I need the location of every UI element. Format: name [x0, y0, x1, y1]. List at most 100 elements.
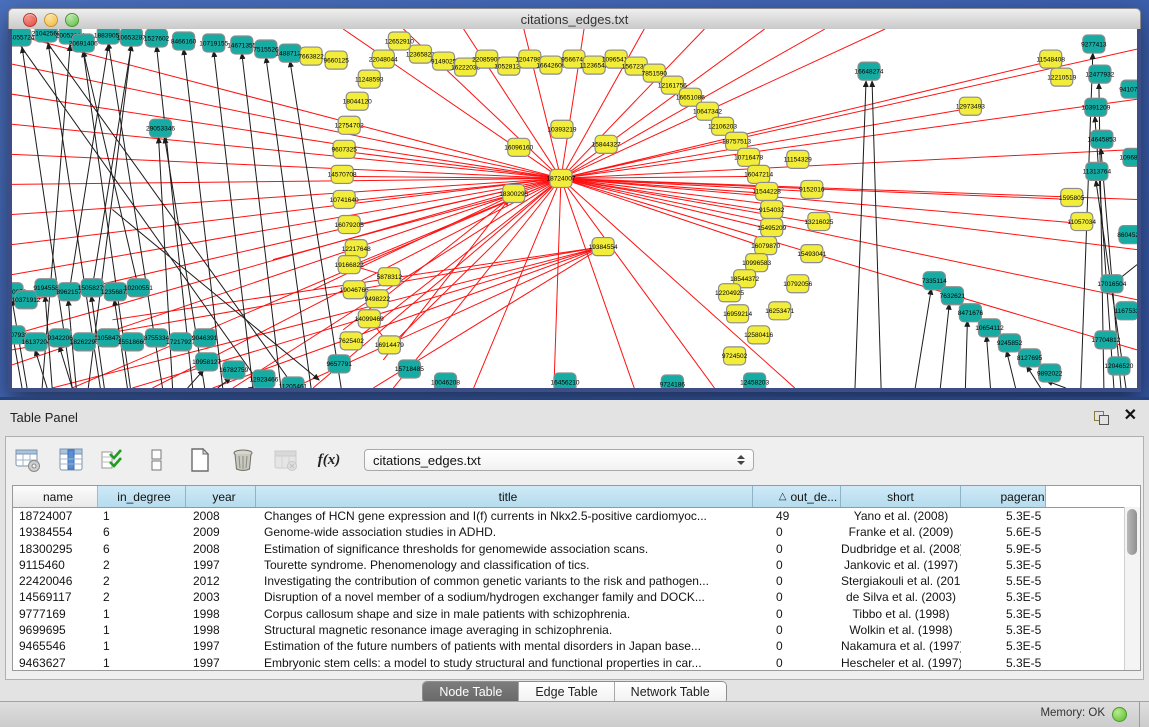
graph-node[interactable]: 9724502 — [722, 347, 748, 365]
cell-title[interactable]: Embryonic stem cells: a model to study s… — [256, 655, 753, 671]
graph-node[interactable]: 1527602 — [144, 29, 170, 47]
cell-in_degree[interactable]: 1 — [98, 622, 186, 638]
cell-year[interactable]: 2012 — [186, 573, 256, 589]
cell-out_degree[interactable]: 0 — [753, 541, 841, 557]
cell-title[interactable]: Structural magnetic resonance image aver… — [256, 622, 753, 638]
graph-node[interactable]: 17016504 — [1097, 275, 1126, 293]
float-panel-icon[interactable] — [1094, 411, 1109, 424]
table-row[interactable]: 1938455462009Genome-wide association stu… — [13, 524, 1140, 540]
graph-node[interactable]: 11548408 — [1036, 50, 1065, 68]
graph-node[interactable]: 7663822 — [298, 47, 324, 65]
graph-node[interactable]: 12210519 — [1047, 68, 1076, 86]
graph-node[interactable]: 11154329 — [784, 150, 812, 168]
graph-node[interactable]: 16079205 — [335, 216, 364, 234]
graph-node[interactable]: 16914479 — [375, 336, 404, 354]
graph-node[interactable]: 10719155 — [199, 34, 228, 52]
cell-year[interactable]: 1997 — [186, 557, 256, 573]
graph-node[interactable]: 19166822 — [335, 256, 364, 274]
cell-name[interactable]: 9115460 — [13, 557, 98, 573]
column-header-name[interactable]: name — [13, 486, 98, 507]
column-select-icon[interactable] — [57, 446, 85, 474]
cell-pagerank[interactable]: 5.3E-5 — [961, 508, 1046, 524]
function-builder-icon[interactable]: f(x) — [315, 446, 343, 474]
cell-title[interactable]: Investigating the contribution of common… — [256, 573, 753, 589]
cell-name[interactable]: 9463627 — [13, 655, 98, 671]
cell-short[interactable]: Yano et al. (2008) — [841, 508, 961, 524]
graph-node[interactable]: 10741640 — [330, 190, 359, 208]
tab-edge-table[interactable]: Edge Table — [519, 682, 614, 703]
cell-year[interactable]: 1998 — [186, 622, 256, 638]
graph-node[interactable]: 11313764 — [1083, 162, 1112, 180]
graph-node[interactable]: 11057034 — [1068, 213, 1097, 231]
cell-pagerank[interactable]: 5.3E-5 — [961, 589, 1046, 605]
graph-node[interactable]: 19384554 — [589, 238, 618, 256]
graph-node[interactable]: 10968521 — [1119, 148, 1137, 166]
cell-short[interactable]: Wolkin et al. (1998) — [841, 622, 961, 638]
cell-out_degree[interactable]: 0 — [753, 655, 841, 671]
close-panel-icon[interactable]: ✕ — [1124, 407, 1137, 425]
table-row[interactable]: 977716911998Corpus callosum shape and si… — [13, 606, 1140, 622]
cell-name[interactable]: 9777169 — [13, 606, 98, 622]
cell-in_degree[interactable]: 6 — [98, 524, 186, 540]
cell-short[interactable]: Franke et al. (2009) — [841, 524, 961, 540]
graph-node[interactable]: 15718485 — [395, 360, 424, 378]
graph-node[interactable]: 9245852 — [997, 334, 1023, 352]
cell-pagerank[interactable]: 5.3E-5 — [961, 606, 1046, 622]
cell-short[interactable]: Dudbridge et al. (2008) — [841, 541, 961, 557]
graph-node[interactable]: 11205461 — [279, 377, 308, 388]
cell-title[interactable]: Corpus callosum shape and size in male p… — [256, 606, 753, 622]
cell-name[interactable]: 22420046 — [13, 573, 98, 589]
column-header-in_degree[interactable]: in_degree — [98, 486, 186, 507]
graph-node[interactable]: 18044120 — [343, 92, 372, 110]
cell-in_degree[interactable]: 2 — [98, 573, 186, 589]
cell-name[interactable]: 9699695 — [13, 622, 98, 638]
graph-node[interactable]: 16047214 — [744, 165, 773, 183]
graph-node[interactable]: 18757513 — [722, 132, 751, 150]
graph-node[interactable]: 10393219 — [547, 120, 576, 138]
graph-node[interactable]: 9046391 — [192, 329, 218, 347]
cell-year[interactable]: 1997 — [186, 638, 256, 654]
graph-node[interactable]: 10958127 — [192, 353, 221, 371]
column-header-out_degree[interactable]: △out_de... — [753, 486, 841, 507]
cell-title[interactable]: Genome-wide association studies in ADHD. — [256, 524, 753, 540]
cell-name[interactable]: 19384554 — [13, 524, 98, 540]
graph-node[interactable]: 9657791 — [326, 355, 352, 373]
cell-in_degree[interactable]: 1 — [98, 606, 186, 622]
cell-title[interactable]: Changes of HCN gene expression and I(f) … — [256, 508, 753, 524]
graph-node[interactable]: 18724007 — [546, 169, 575, 187]
tab-node-table[interactable]: Node Table — [423, 682, 519, 703]
select-all-icon[interactable] — [100, 446, 128, 474]
tab-network-table[interactable]: Network Table — [615, 682, 726, 703]
cell-short[interactable]: Tibbo et al. (1998) — [841, 606, 961, 622]
table-selector-dropdown[interactable]: citations_edges.txt — [364, 449, 754, 471]
new-column-icon[interactable] — [186, 446, 214, 474]
graph-node[interactable]: 9410742 — [1119, 80, 1137, 98]
cell-title[interactable]: Estimation of the future numbers of pati… — [256, 638, 753, 654]
cell-pagerank[interactable]: 5.5E-5 — [961, 573, 1046, 589]
graph-node[interactable]: 11544228 — [752, 182, 781, 200]
cell-pagerank[interactable]: 5.3E-5 — [961, 622, 1046, 638]
graph-node[interactable]: 15493041 — [797, 245, 826, 263]
unselect-icon[interactable] — [143, 446, 171, 474]
graph-node[interactable]: 10653287 — [117, 29, 146, 46]
graph-node[interactable]: 12458203 — [740, 373, 769, 388]
graph-node[interactable]: 16079870 — [751, 237, 780, 255]
cell-pagerank[interactable]: 5.3E-5 — [961, 557, 1046, 573]
graph-node[interactable]: 13216025 — [804, 213, 833, 231]
cell-name[interactable]: 18724007 — [13, 508, 98, 524]
cell-out_degree[interactable]: 0 — [753, 589, 841, 605]
table-row[interactable]: 911546021997Tourette syndrome. Phenomeno… — [13, 557, 1140, 573]
graph-node[interactable]: 7632621 — [940, 287, 966, 305]
table-row[interactable]: 946554611997Estimation of the future num… — [13, 638, 1140, 654]
table-row[interactable]: 1872400712008Changes of HCN gene express… — [13, 508, 1140, 524]
column-header-pagerank[interactable]: pagerank — [961, 486, 1046, 507]
graph-node[interactable]: 10391209 — [1081, 98, 1110, 116]
graph-node[interactable]: 7625402 — [339, 332, 365, 350]
graph-node[interactable]: 18300295 — [499, 184, 528, 202]
cell-in_degree[interactable]: 1 — [98, 638, 186, 654]
graph-node[interactable]: 12754702 — [335, 116, 364, 134]
graph-node[interactable]: 14645853 — [1087, 130, 1116, 148]
graph-node[interactable]: 12217648 — [342, 240, 371, 258]
graph-node[interactable]: 10200551 — [124, 279, 153, 297]
graph-node[interactable]: 14099469 — [355, 310, 384, 328]
